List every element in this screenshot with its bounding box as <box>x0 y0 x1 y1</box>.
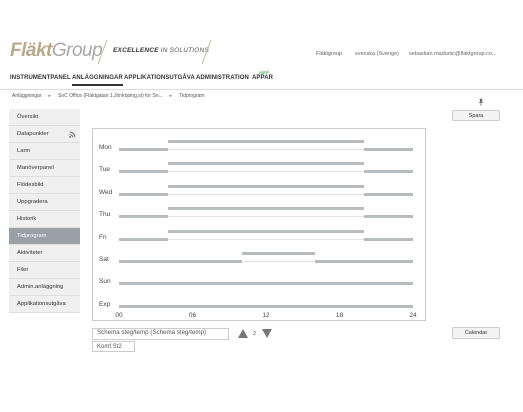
sidebar: Översikt Datapunkter Larm Manöverpanel F… <box>9 109 80 313</box>
sidebar-item-manoverpanel[interactable]: Manöverpanel <box>9 160 80 177</box>
hour-tick-label: 06 <box>188 312 197 319</box>
breadcrumb-separator-icon: ▸ <box>48 93 51 99</box>
schedule-bar[interactable] <box>168 162 364 166</box>
schedule-bar[interactable] <box>168 140 364 143</box>
day-label: Exp <box>99 300 111 308</box>
sidebar-item-label: Uppgradera <box>17 199 48 205</box>
sidebar-item-filer[interactable]: Filer <box>9 262 80 279</box>
sidebar-item-uppgradera[interactable]: Uppgradera <box>9 194 80 211</box>
sidebar-item-label: Historik <box>17 216 37 222</box>
day-label: Fri <box>99 233 107 241</box>
calendar-button[interactable]: Calendar <box>452 327 500 339</box>
schedule-bar[interactable] <box>119 304 413 308</box>
schedule-bar[interactable] <box>315 260 413 263</box>
sidebar-item-label: Tidprogram <box>17 233 47 239</box>
day-label: Sat <box>99 256 109 263</box>
day-label: Wed <box>99 188 113 196</box>
hour-tick-label: 12 <box>262 312 270 319</box>
sidebar-item-label: Datapunkter <box>17 131 49 137</box>
sidebar-item-label: Admin.anläggning <box>17 284 64 290</box>
sidebar-item-label: Aktiviteter <box>17 250 43 256</box>
breadcrumb-separator-icon: ▸ <box>169 93 173 99</box>
pin-icon[interactable] <box>477 98 485 106</box>
schedule-panel: Mon Tue Wed Thu Fri Sat Sun Exp 00 06 12 18 24 <box>92 128 426 321</box>
nav-administration[interactable]: ADMINISTRATION <box>196 75 249 81</box>
step-down-icon[interactable] <box>262 329 272 338</box>
schedule-bar[interactable] <box>364 192 413 196</box>
sidebar-item-flodesbild[interactable]: Flödesbild <box>9 177 80 194</box>
logo-text: FläktGroup <box>10 40 103 61</box>
sidebar-item-larm[interactable]: Larm <box>9 143 80 160</box>
sidebar-item-label: Översikt <box>17 114 39 120</box>
day-label: Mon <box>99 144 112 151</box>
nav-anlaggningar[interactable]: ANLÄGGNINGAR <box>72 75 123 86</box>
schema-select[interactable]: Schema steg/temp (Schema steg/temp) <box>92 328 229 340</box>
hour-tick-label: 00 <box>115 312 123 319</box>
sidebar-item-applikationsutgava[interactable]: Applikationsutgåva <box>9 296 80 313</box>
sidebar-item-label: Larm <box>17 148 31 154</box>
schedule-bar[interactable] <box>364 215 413 219</box>
schedule-bar[interactable] <box>168 184 364 188</box>
company-link[interactable]: Fläktgroup <box>316 51 342 57</box>
sidebar-item-aktiviteter[interactable]: Aktiviteter <box>9 245 80 262</box>
schedule-bar[interactable] <box>119 282 413 286</box>
schedule-bar[interactable] <box>168 207 364 211</box>
schedule-bar[interactable] <box>364 237 413 241</box>
schedule-bar[interactable] <box>119 192 168 196</box>
schedule-bar[interactable] <box>119 237 168 241</box>
step-value: 2 <box>253 331 257 337</box>
breadcrumb-item[interactable]: SnC Office (Fläktgatan 1,Jönköping,st) f… <box>58 93 163 99</box>
schedule-bar[interactable] <box>364 148 413 151</box>
schedule-bar[interactable] <box>119 170 168 174</box>
step-up-icon[interactable] <box>238 329 248 338</box>
day-label: Tue <box>99 166 110 174</box>
tagline: EXCELLENCE IN SOLUTIONS <box>113 47 209 54</box>
sidebar-item-label: Applikationsutgåva <box>17 301 66 307</box>
sidebar-item-label: Filer <box>17 267 29 273</box>
schedule-bar[interactable] <box>168 229 364 233</box>
nav-instrumentpanel[interactable]: INSTRUMENTPANEL <box>10 75 71 81</box>
sidebar-item-label: Flödesbild <box>17 182 44 188</box>
sidebar-item-historik[interactable]: Historik <box>9 211 80 228</box>
sidebar-item-label: Manöverpanel <box>17 165 54 171</box>
brand-logo: FläktGroup <box>10 38 103 64</box>
breadcrumb-item[interactable]: Anläggningar <box>12 93 41 99</box>
schedule-bar[interactable] <box>119 148 168 151</box>
breadcrumb: Anläggningar ▸ SnC Office (Fläktgatan 1,… <box>12 93 205 99</box>
sidebar-item-datapunkter[interactable]: Datapunkter <box>9 126 80 143</box>
breadcrumb-item: Tidprogram <box>179 93 205 99</box>
save-button[interactable]: Spara <box>452 110 500 121</box>
day-label: Thu <box>99 211 111 219</box>
day-label: Sun <box>99 278 111 286</box>
sidebar-item-tidprogram[interactable]: Tidprogram <box>9 228 80 245</box>
schedule-bar[interactable] <box>119 260 242 263</box>
hour-tick-label: 24 <box>409 312 417 319</box>
rss-icon <box>69 131 76 138</box>
schedule-bar[interactable] <box>119 215 168 219</box>
sidebar-item-admin-anlaggning[interactable]: Admin.anläggning <box>9 279 80 296</box>
sidebar-item-oversikt[interactable]: Översikt <box>9 109 80 126</box>
user-menu[interactable]: sebastian.madunic@flaktgroup.co... <box>409 51 497 57</box>
schedule-bar[interactable] <box>241 252 315 255</box>
schedule-bar[interactable] <box>364 170 413 174</box>
hour-tick-label: 18 <box>335 312 344 319</box>
nav-applikationsutgava[interactable]: APPLIKATIONSUTGÅVA <box>124 75 195 81</box>
komf-select[interactable]: Komf.St2 <box>92 341 135 352</box>
language-selector[interactable]: svenska (Sverige) <box>355 51 399 57</box>
